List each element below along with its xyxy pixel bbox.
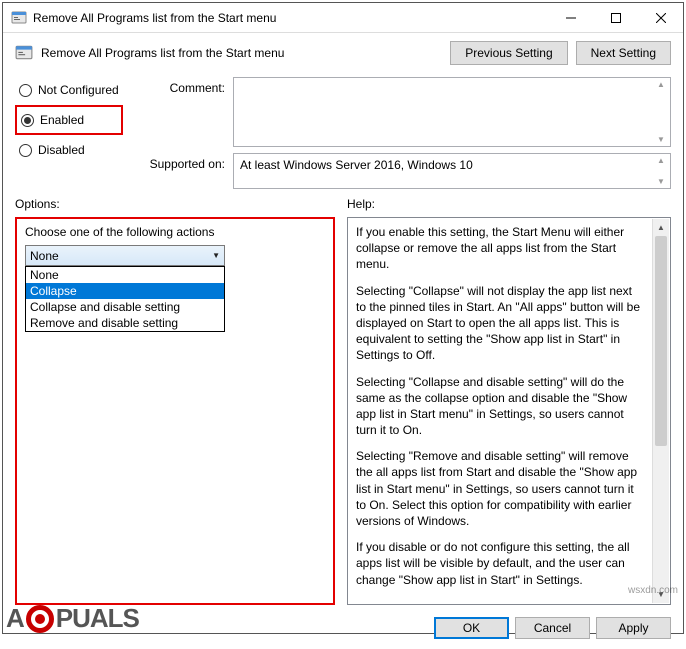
columns-header: Options: Help: xyxy=(3,189,683,213)
options-panel: Choose one of the following actions None… xyxy=(15,217,335,605)
options-header-label: Options: xyxy=(15,197,335,211)
next-setting-button[interactable]: Next Setting xyxy=(576,41,671,65)
dropdown-item-collapse-disable[interactable]: Collapse and disable setting xyxy=(26,299,224,315)
radio-not-configured[interactable]: Not Configured xyxy=(15,77,123,103)
policy-icon xyxy=(11,10,27,26)
close-button[interactable] xyxy=(638,3,683,32)
scroll-thumb[interactable] xyxy=(655,236,667,446)
window-title: Remove All Programs list from the Start … xyxy=(33,11,548,25)
watermark-brand: A PUALS xyxy=(6,603,139,634)
comment-label: Comment: xyxy=(143,77,225,95)
help-text: If you enable this setting, the Start Me… xyxy=(356,224,662,588)
action-dropdown[interactable]: None ▼ None Collapse Collapse and disabl… xyxy=(25,245,225,266)
radio-label: Disabled xyxy=(38,143,85,157)
minimize-button[interactable] xyxy=(548,3,593,32)
maximize-button[interactable] xyxy=(593,3,638,32)
apply-button[interactable]: Apply xyxy=(596,617,671,639)
columns-container: Choose one of the following actions None… xyxy=(3,213,683,609)
dropdown-item-remove-disable[interactable]: Remove and disable setting xyxy=(26,315,224,331)
help-scrollbar[interactable]: ▲ ▼ xyxy=(652,219,669,603)
radio-icon xyxy=(19,84,32,97)
supported-row: Supported on: At least Windows Server 20… xyxy=(143,153,671,189)
state-radio-group: Not Configured Enabled Disabled xyxy=(15,77,123,189)
cancel-button[interactable]: Cancel xyxy=(515,617,590,639)
bullseye-icon xyxy=(26,605,54,633)
help-paragraph: Selecting "Remove and disable setting" w… xyxy=(356,448,644,529)
scroll-indicator: ▲▼ xyxy=(654,80,668,144)
options-caption: Choose one of the following actions xyxy=(25,225,325,239)
scroll-up-icon[interactable]: ▲ xyxy=(653,219,669,236)
help-header-label: Help: xyxy=(347,197,671,211)
chevron-down-icon: ▼ xyxy=(212,251,220,260)
previous-setting-button[interactable]: Previous Setting xyxy=(450,41,567,65)
radio-label: Not Configured xyxy=(38,83,119,97)
dropdown-item-none[interactable]: None xyxy=(26,267,224,283)
radio-label: Enabled xyxy=(40,113,84,127)
watermark-url: wsxdn.com xyxy=(628,585,678,596)
scroll-track[interactable] xyxy=(653,236,669,586)
radio-icon xyxy=(19,144,32,157)
dialog-window: Remove All Programs list from the Start … xyxy=(2,2,684,634)
dropdown-list: None Collapse Collapse and disable setti… xyxy=(25,266,225,332)
scroll-indicator: ▲▼ xyxy=(654,156,668,186)
comment-row: Comment: ▲▼ xyxy=(143,77,671,147)
dropdown-selected-value: None xyxy=(30,249,59,263)
content-area: Remove All Programs list from the Start … xyxy=(3,33,683,649)
help-panel: If you enable this setting, the Start Me… xyxy=(347,217,671,605)
meta-column: Comment: ▲▼ Supported on: At least Windo… xyxy=(143,77,671,189)
state-section: Not Configured Enabled Disabled Comment:… xyxy=(3,71,683,189)
help-paragraph: If you enable this setting, the Start Me… xyxy=(356,224,644,273)
watermark-text-after: PUALS xyxy=(56,603,139,634)
supported-value: At least Windows Server 2016, Windows 10 xyxy=(240,158,473,172)
policy-title: Remove All Programs list from the Start … xyxy=(41,46,442,60)
titlebar: Remove All Programs list from the Start … xyxy=(3,3,683,33)
radio-icon xyxy=(21,114,34,127)
dropdown-item-collapse[interactable]: Collapse xyxy=(26,283,224,299)
watermark-text-before: A xyxy=(6,603,24,634)
ok-button[interactable]: OK xyxy=(434,617,509,639)
radio-enabled[interactable]: Enabled xyxy=(15,105,123,135)
help-paragraph: Selecting "Collapse" will not display th… xyxy=(356,283,644,364)
help-paragraph: If you disable or do not configure this … xyxy=(356,539,644,588)
radio-disabled[interactable]: Disabled xyxy=(15,137,123,163)
comment-textarea[interactable]: ▲▼ xyxy=(233,77,671,147)
supported-label: Supported on: xyxy=(143,153,225,171)
header-row: Remove All Programs list from the Start … xyxy=(3,33,683,71)
window-controls xyxy=(548,3,683,32)
policy-header-icon xyxy=(15,44,33,62)
help-paragraph: Selecting "Collapse and disable setting"… xyxy=(356,374,644,439)
supported-field: At least Windows Server 2016, Windows 10… xyxy=(233,153,671,189)
